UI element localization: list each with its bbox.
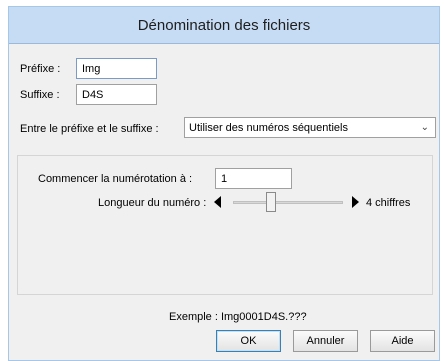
cancel-button[interactable]: Annuler <box>293 330 358 352</box>
number-length-value: 4 chiffres <box>366 197 411 209</box>
example-text: Exemple : Img0001D4S.??? <box>169 311 307 323</box>
help-button[interactable]: Aide <box>370 330 435 352</box>
between-select-value: Utiliser des numéros séquentiels <box>189 121 348 134</box>
between-select[interactable]: Utiliser des numéros séquentiels ⌄ <box>184 117 436 138</box>
suffix-label: Suffixe : <box>20 89 60 101</box>
number-length-slider-track[interactable] <box>233 201 343 204</box>
decrease-arrow-icon[interactable] <box>214 196 221 208</box>
prefix-input[interactable] <box>76 58 157 79</box>
dialog-title-bar: Dénomination des fichiers <box>9 7 439 44</box>
chevron-down-icon: ⌄ <box>420 122 429 133</box>
prefix-label: Préfixe : <box>20 63 61 75</box>
start-number-input[interactable] <box>215 168 292 189</box>
file-naming-dialog: Dénomination des fichiers Préfixe : Suff… <box>8 6 440 361</box>
between-label: Entre le préfixe et le suffixe : <box>20 123 159 135</box>
numbering-group: Commencer la numérotation à : Longueur d… <box>17 155 433 295</box>
start-number-label: Commencer la numérotation à : <box>38 173 193 185</box>
ok-button[interactable]: OK <box>216 330 281 352</box>
number-length-slider-thumb[interactable] <box>266 192 276 212</box>
increase-arrow-icon[interactable] <box>352 196 359 208</box>
dialog-title: Dénomination des fichiers <box>137 16 311 34</box>
number-length-label: Longueur du numéro : <box>98 197 207 209</box>
suffix-input[interactable] <box>76 84 157 105</box>
